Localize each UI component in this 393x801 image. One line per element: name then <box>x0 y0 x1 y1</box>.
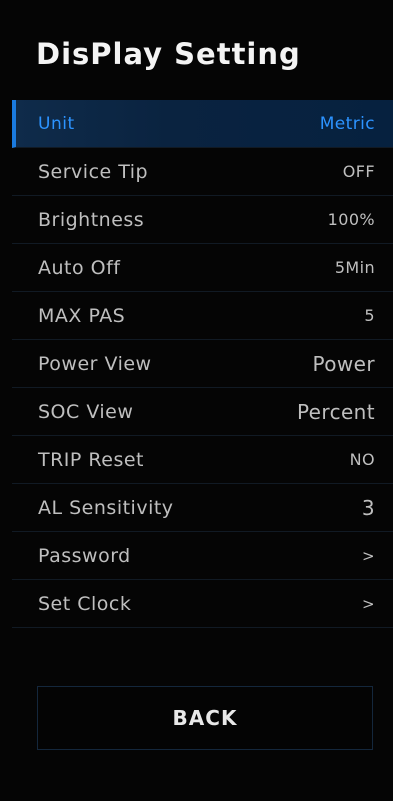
menu-item-power-view[interactable]: Power View Power <box>12 340 393 388</box>
menu-item-soc-view[interactable]: SOC View Percent <box>12 388 393 436</box>
menu-item-label: Service Tip <box>38 160 149 183</box>
menu-item-value: Metric <box>319 113 375 134</box>
menu-item-label: Password <box>38 544 131 567</box>
menu-item-service-tip[interactable]: Service Tip OFF <box>12 148 393 196</box>
back-button[interactable]: BACK <box>37 686 373 750</box>
menu-item-value: Power <box>312 351 375 376</box>
menu-item-trip-reset[interactable]: TRIP Reset NO <box>12 436 393 484</box>
menu-item-password[interactable]: Password > <box>12 532 393 580</box>
menu-item-label: TRIP Reset <box>38 448 144 471</box>
menu-item-label: SOC View <box>38 400 134 423</box>
menu-item-unit[interactable]: Unit Metric <box>12 100 393 148</box>
chevron-right-icon: > <box>362 546 375 565</box>
menu-item-max-pas[interactable]: MAX PAS 5 <box>12 292 393 340</box>
menu-item-value: 3 <box>361 495 375 520</box>
menu-item-al-sensitivity[interactable]: AL Sensitivity 3 <box>12 484 393 532</box>
menu-item-label: Set Clock <box>38 592 132 615</box>
menu-item-value: 5 <box>364 306 375 325</box>
menu-item-value: 100% <box>327 210 375 229</box>
menu-item-auto-off[interactable]: Auto Off 5Min <box>12 244 393 292</box>
menu-item-label: AL Sensitivity <box>38 496 174 519</box>
menu-item-value: 5Min <box>334 258 375 277</box>
menu-item-label: MAX PAS <box>38 304 126 327</box>
menu-item-label: Power View <box>38 352 152 375</box>
menu-item-value: OFF <box>342 162 375 181</box>
menu-item-value: Percent <box>296 399 375 424</box>
page-title: DisPlay Setting <box>36 37 301 71</box>
menu-item-brightness[interactable]: Brightness 100% <box>12 196 393 244</box>
menu-item-set-clock[interactable]: Set Clock > <box>12 580 393 628</box>
display-settings-screen: DisPlay Setting Unit Metric Service Tip … <box>0 0 393 801</box>
menu-item-label: Brightness <box>38 208 145 231</box>
menu-item-value: NO <box>349 450 375 469</box>
settings-menu: Unit Metric Service Tip OFF Brightness 1… <box>12 100 393 628</box>
menu-item-label: Unit <box>38 113 75 134</box>
menu-item-label: Auto Off <box>38 256 121 279</box>
chevron-right-icon: > <box>362 594 375 613</box>
